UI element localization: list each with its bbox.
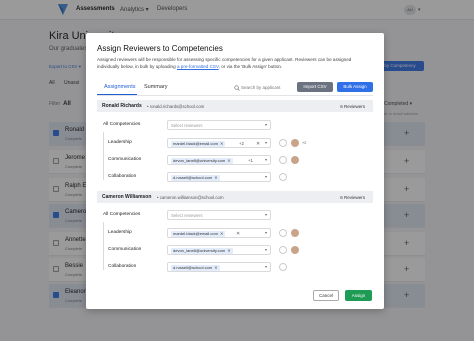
chevron-down-icon[interactable]: ▾ (265, 140, 267, 145)
tabs-divider (97, 95, 373, 96)
avatar (291, 139, 299, 147)
chevron-down-icon[interactable]: ▾ (265, 247, 267, 252)
select-placeholder: Select reviewers (171, 123, 203, 128)
all-competencies-label: All Competencies (103, 122, 141, 127)
tree-line (103, 222, 104, 270)
reviewer-chip[interactable]: d.russell@school.com ✕ (171, 264, 220, 271)
chevron-down-icon[interactable]: ▾ (265, 230, 267, 235)
person-icon[interactable] (279, 229, 287, 237)
avatar (291, 156, 299, 164)
clear-icon[interactable]: ✕ (256, 141, 260, 147)
close-icon[interactable]: ✕ (214, 175, 217, 180)
chevron-down-icon[interactable]: ▾ (265, 157, 267, 162)
chevron-down-icon[interactable]: ▾ (265, 174, 267, 179)
chevron-down-icon[interactable]: ▾ (265, 122, 267, 127)
chevron-down-icon[interactable]: ▾ (265, 264, 267, 269)
competency-label: Collaboration (108, 174, 137, 179)
import-csv-button[interactable]: Import CSV (297, 82, 333, 92)
all-competencies-select[interactable]: Select reviewers ▾ (167, 120, 271, 130)
all-competencies-label: All Competencies (103, 212, 141, 217)
applicant-search-input[interactable] (241, 83, 291, 92)
tree-line (103, 132, 104, 180)
tab-assignments[interactable]: Assignments (104, 84, 136, 90)
person-icon[interactable] (279, 139, 287, 147)
bulk-assign-button[interactable]: Bulk Assign (337, 82, 373, 92)
applicant-header: Cameron Williamson • cameron.williamson@… (97, 191, 373, 203)
competency-label: Leadership (108, 230, 132, 235)
person-icon[interactable] (279, 173, 287, 181)
reviewer-select[interactable]: d.russell@school.com ✕ ▾ (167, 262, 271, 272)
avatar (291, 246, 299, 254)
competency-label: Communication (108, 157, 142, 162)
reviewer-chip[interactable]: devon_lane8@university.com ✕ (171, 247, 233, 254)
reviewers-count: 6 Reviewers (340, 103, 365, 109)
close-icon[interactable]: ✕ (227, 158, 230, 163)
applicant-email: • cameron.williamson@school.com (157, 194, 224, 200)
more-avatars-count: +2 (302, 141, 307, 145)
close-icon[interactable]: ✕ (227, 248, 230, 253)
competency-label: Communication (108, 247, 142, 252)
avatar (291, 229, 299, 237)
cancel-button[interactable]: Cancel (313, 290, 339, 301)
modal-title: Assign Reviewers to Competencies (97, 44, 223, 53)
competency-label: Leadership (108, 140, 132, 145)
reviewer-chip[interactable]: mardel.black@email.com ✕ (171, 230, 226, 237)
reviewer-select[interactable]: d.russell@school.com ✕ ▾ (167, 172, 271, 182)
assign-reviewers-modal: Assign Reviewers to Competencies Assigne… (86, 33, 384, 309)
applicant-email: • ronald.richards@school.com (147, 103, 205, 109)
reviewer-chip[interactable]: devon_lane8@university.com ✕ (171, 157, 233, 164)
tab-summary[interactable]: Summary (144, 84, 168, 90)
reviewer-chip[interactable]: d.russell@school.com ✕ (171, 174, 220, 181)
select-placeholder: Select reviewers (171, 213, 203, 218)
person-icon[interactable] (279, 246, 287, 254)
reviewers-count: 6 Reviewers (340, 194, 365, 200)
applicant-name: Ronald Richards (102, 103, 142, 109)
more-reviewers-count: +1 (248, 158, 253, 163)
more-reviewers-count: +2 (239, 141, 244, 146)
assign-button[interactable]: Assign (345, 290, 372, 301)
competency-label: Collaboration (108, 264, 137, 269)
applicant-name: Cameron Williamson (102, 194, 152, 200)
close-icon[interactable]: ✕ (220, 141, 223, 146)
reviewer-select[interactable]: mardel.black@email.com ✕ +2 ✕ ▾ (167, 138, 271, 148)
reviewer-select[interactable]: devon_lane8@university.com ✕ ▾ (167, 245, 271, 255)
all-competencies-select[interactable]: Select reviewers ▾ (167, 210, 271, 220)
reviewer-select[interactable]: devon_lane8@university.com ✕ +1 ▾ (167, 155, 271, 165)
reviewer-select[interactable]: mardel.black@email.com ✕ ✕ ▾ (167, 228, 271, 238)
csv-template-link[interactable]: a pre-formatted CSV (177, 64, 219, 69)
modal-description: Assigned reviewers will be responsible f… (97, 57, 352, 69)
close-icon[interactable]: ✕ (220, 231, 223, 236)
chevron-down-icon[interactable]: ▾ (265, 212, 267, 217)
clear-icon[interactable]: ✕ (236, 231, 240, 237)
close-icon[interactable]: ✕ (214, 265, 217, 270)
search-icon (234, 85, 240, 91)
reviewer-chip[interactable]: mardel.black@email.com ✕ (171, 140, 226, 147)
person-icon[interactable] (279, 263, 287, 271)
person-icon[interactable] (279, 156, 287, 164)
applicant-header: Ronald Richards • ronald.richards@school… (97, 100, 373, 112)
